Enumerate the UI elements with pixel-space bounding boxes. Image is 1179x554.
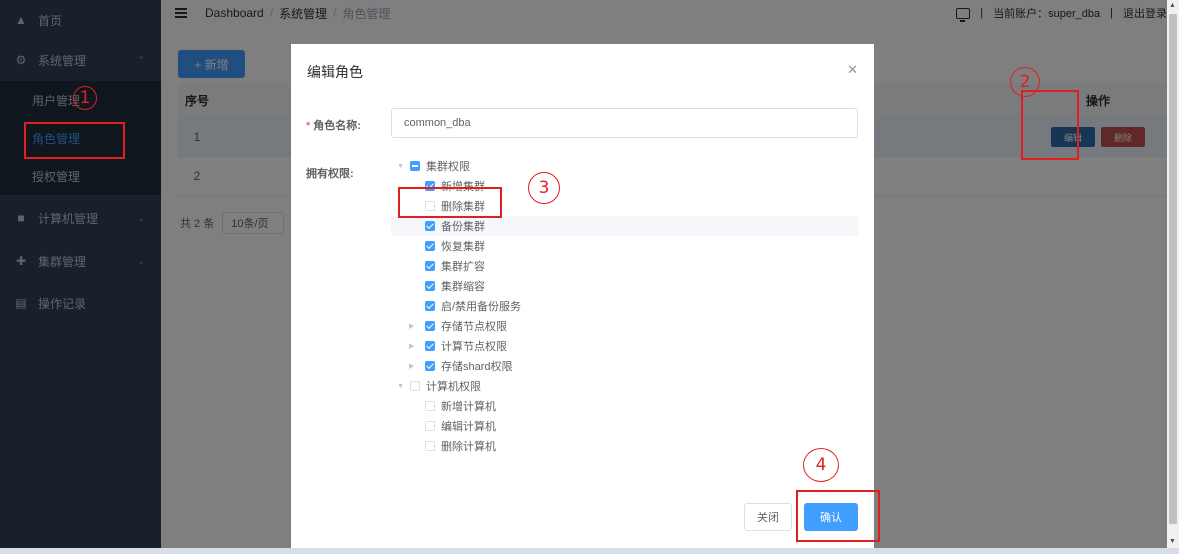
tree-node[interactable]: ▶ 计算节点权限 (391, 336, 858, 356)
dialog-title: 编辑角色 (307, 64, 363, 80)
tree-node-label: 备份集群 (441, 221, 485, 233)
role-name-input[interactable] (391, 108, 858, 138)
page-scrollbar[interactable]: ▲ ▼ (1167, 0, 1179, 548)
tree-checkbox[interactable] (425, 341, 435, 351)
annotation-number: 3 (528, 172, 560, 204)
role-name-label: * 角色名称: (306, 117, 361, 133)
caret-right-icon[interactable]: ▶ (409, 362, 414, 370)
tree-checkbox[interactable] (425, 301, 435, 311)
scrollbar-thumb[interactable] (1169, 14, 1177, 524)
scroll-up-icon[interactable]: ▲ (1169, 2, 1176, 9)
tree-node-label: 计算节点权限 (441, 341, 507, 353)
tree-node-label: 新增计算机 (441, 401, 496, 413)
tree-node[interactable]: 集群扩容 (391, 256, 858, 276)
tree-node-label: 集群缩容 (441, 281, 485, 293)
tree-node[interactable]: ▼ 集群权限 (391, 156, 858, 176)
caret-down-icon[interactable]: ▼ (397, 383, 404, 390)
tree-node[interactable]: 备份集群 (391, 216, 858, 236)
annotation-box-confirm (796, 490, 880, 542)
caret-right-icon[interactable]: ▶ (409, 342, 414, 350)
tree-node[interactable]: 集群缩容 (391, 276, 858, 296)
tree-node-label: 存储节点权限 (441, 321, 507, 333)
tree-checkbox[interactable] (410, 381, 420, 391)
tree-node-label: 集群扩容 (441, 261, 485, 273)
role-name-label-text: 角色名称: (313, 120, 361, 132)
caret-down-icon[interactable]: ▼ (397, 163, 404, 170)
tree-node-label: 启/禁用备份服务 (441, 301, 522, 313)
tree-node-label: 存储shard权限 (441, 361, 513, 373)
tree-node[interactable]: ▼ 计算机权限 (391, 376, 858, 396)
annotation-box-delete-cluster (398, 187, 502, 218)
tree-node[interactable]: 编辑计算机 (391, 416, 858, 436)
taskbar (0, 548, 1179, 554)
tree-node[interactable]: 启/禁用备份服务 (391, 296, 858, 316)
tree-checkbox[interactable] (425, 221, 435, 231)
tree-checkbox[interactable] (425, 421, 435, 431)
annotation-number: 4 (803, 448, 839, 482)
annotation-box-edit (1021, 90, 1079, 160)
permissions-label: 拥有权限: (306, 168, 354, 180)
tree-node[interactable]: 恢复集群 (391, 236, 858, 256)
tree-checkbox[interactable] (425, 321, 435, 331)
caret-right-icon[interactable]: ▶ (409, 322, 414, 330)
tree-node-label: 集群权限 (426, 161, 470, 173)
tree-checkbox[interactable] (425, 261, 435, 271)
required-mark: * (306, 120, 311, 132)
close-button[interactable]: 关闭 (744, 503, 792, 531)
tree-checkbox[interactable] (425, 401, 435, 411)
scroll-down-icon[interactable]: ▼ (1169, 538, 1176, 545)
close-icon[interactable]: ✕ (847, 62, 858, 78)
edit-role-dialog: 编辑角色 ✕ *角色名称: 拥有权限: ▼集群权限新增集群删除集群备份集群恢复集… (291, 44, 874, 548)
tree-node[interactable]: 删除计算机 (391, 436, 858, 456)
annotation-box-roles (24, 122, 125, 159)
tree-node[interactable]: ▶ 存储shard权限 (391, 356, 858, 376)
tree-checkbox[interactable] (425, 281, 435, 291)
tree-node[interactable]: ▶ 存储节点权限 (391, 316, 858, 336)
tree-node[interactable]: 新增计算机 (391, 396, 858, 416)
annotation-number: 2 (1010, 67, 1040, 97)
tree-checkbox[interactable] (425, 361, 435, 371)
annotation-number: 1 (73, 86, 97, 110)
tree-node-label: 恢复集群 (441, 241, 485, 253)
tree-node-label: 删除计算机 (441, 441, 496, 453)
tree-node-label: 编辑计算机 (441, 421, 496, 433)
tree-checkbox[interactable] (410, 161, 420, 171)
tree-checkbox[interactable] (425, 441, 435, 451)
tree-node-label: 计算机权限 (426, 381, 481, 393)
tree-checkbox[interactable] (425, 241, 435, 251)
